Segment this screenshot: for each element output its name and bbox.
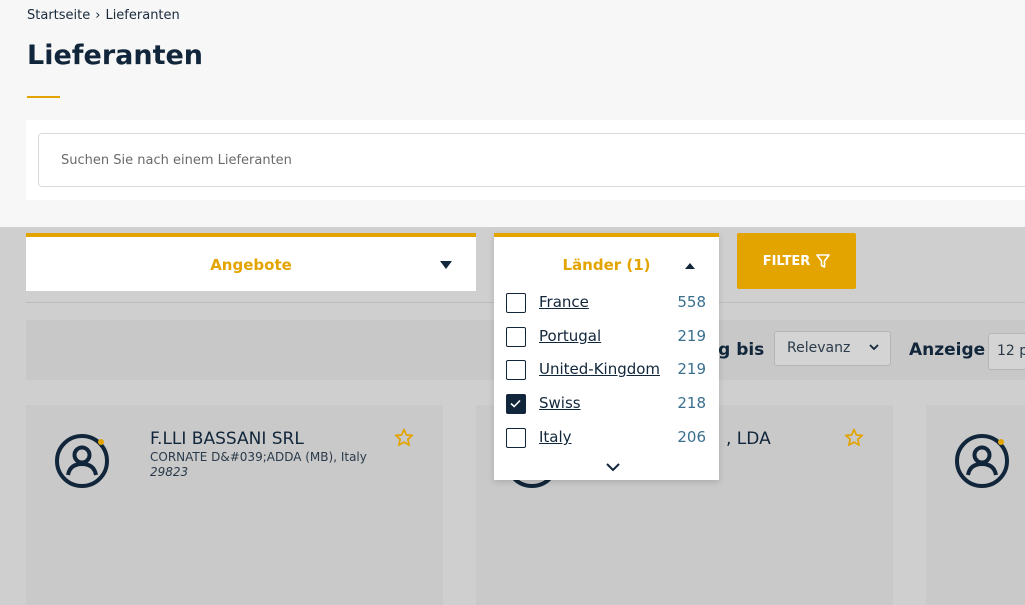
country-count: 219 [677, 360, 706, 378]
country-count: 558 [677, 293, 706, 311]
country-option-swiss[interactable]: Swiss 218 [494, 394, 719, 424]
country-option-united-kingdom[interactable]: United-Kingdom 219 [494, 360, 719, 390]
checkbox-checked[interactable] [506, 394, 526, 414]
funnel-icon [816, 253, 831, 268]
country-name[interactable]: Italy [539, 428, 572, 446]
filter-button-label: FILTER [762, 253, 811, 269]
country-count: 206 [677, 428, 706, 446]
show-label: Anzeige [909, 340, 986, 360]
supplier-card[interactable] [926, 405, 1025, 605]
breadcrumb-home-link[interactable]: Startseite [27, 8, 90, 23]
user-circle-icon [55, 434, 109, 488]
breadcrumb: Startseite › Lieferanten [27, 8, 180, 23]
supplier-zip: 29823 [150, 465, 189, 479]
sort-select[interactable]: Relevanz [774, 331, 891, 366]
supplier-name[interactable]: , LDA [726, 429, 771, 449]
title-underline [27, 96, 60, 98]
countries-filter-dropdown[interactable]: Länder (1) France 558 Portugal 219 Unite… [494, 233, 719, 480]
page-title: Lieferanten [27, 40, 204, 71]
search-panel [26, 120, 1025, 200]
country-name[interactable]: Swiss [539, 394, 581, 412]
country-option-italy[interactable]: Italy 206 [494, 428, 719, 458]
user-circle-icon [955, 434, 1009, 488]
offers-filter[interactable]: Angebote [26, 233, 476, 291]
search-input[interactable] [38, 133, 1025, 187]
offers-filter-label: Angebote [210, 256, 292, 274]
breadcrumb-current: Lieferanten [105, 8, 180, 23]
country-option-portugal[interactable]: Portugal 219 [494, 327, 719, 357]
country-name[interactable]: Portugal [539, 327, 601, 345]
show-select-value: 12 p [997, 343, 1025, 359]
checkbox[interactable] [506, 428, 526, 448]
country-name[interactable]: United-Kingdom [539, 360, 660, 378]
star-icon[interactable] [394, 428, 414, 448]
sort-select-value: Relevanz [787, 340, 851, 356]
country-option-france[interactable]: France 558 [494, 293, 719, 323]
caret-down-icon [440, 261, 452, 269]
star-icon[interactable] [844, 428, 864, 448]
page-header: Startseite › Lieferanten Lieferanten [0, 0, 1025, 227]
checkbox[interactable] [506, 327, 526, 347]
chevron-down-icon[interactable] [604, 461, 622, 473]
checkbox[interactable] [506, 293, 526, 313]
checkbox[interactable] [506, 360, 526, 380]
breadcrumb-separator: › [95, 8, 101, 23]
caret-up-icon[interactable] [685, 263, 695, 269]
country-count: 218 [677, 394, 706, 412]
supplier-card[interactable]: F.LLI BASSANI SRL CORNATE D&#039;ADDA (M… [26, 405, 443, 605]
country-name[interactable]: France [539, 293, 589, 311]
show-select[interactable]: 12 p [988, 333, 1025, 370]
supplier-address: CORNATE D&#039;ADDA (MB), Italy [150, 450, 367, 464]
checkmark-icon [510, 399, 521, 408]
country-count: 219 [677, 327, 706, 345]
filter-button[interactable]: FILTER [737, 233, 856, 289]
chevron-down-icon [868, 341, 880, 357]
supplier-name[interactable]: F.LLI BASSANI SRL [150, 429, 304, 449]
